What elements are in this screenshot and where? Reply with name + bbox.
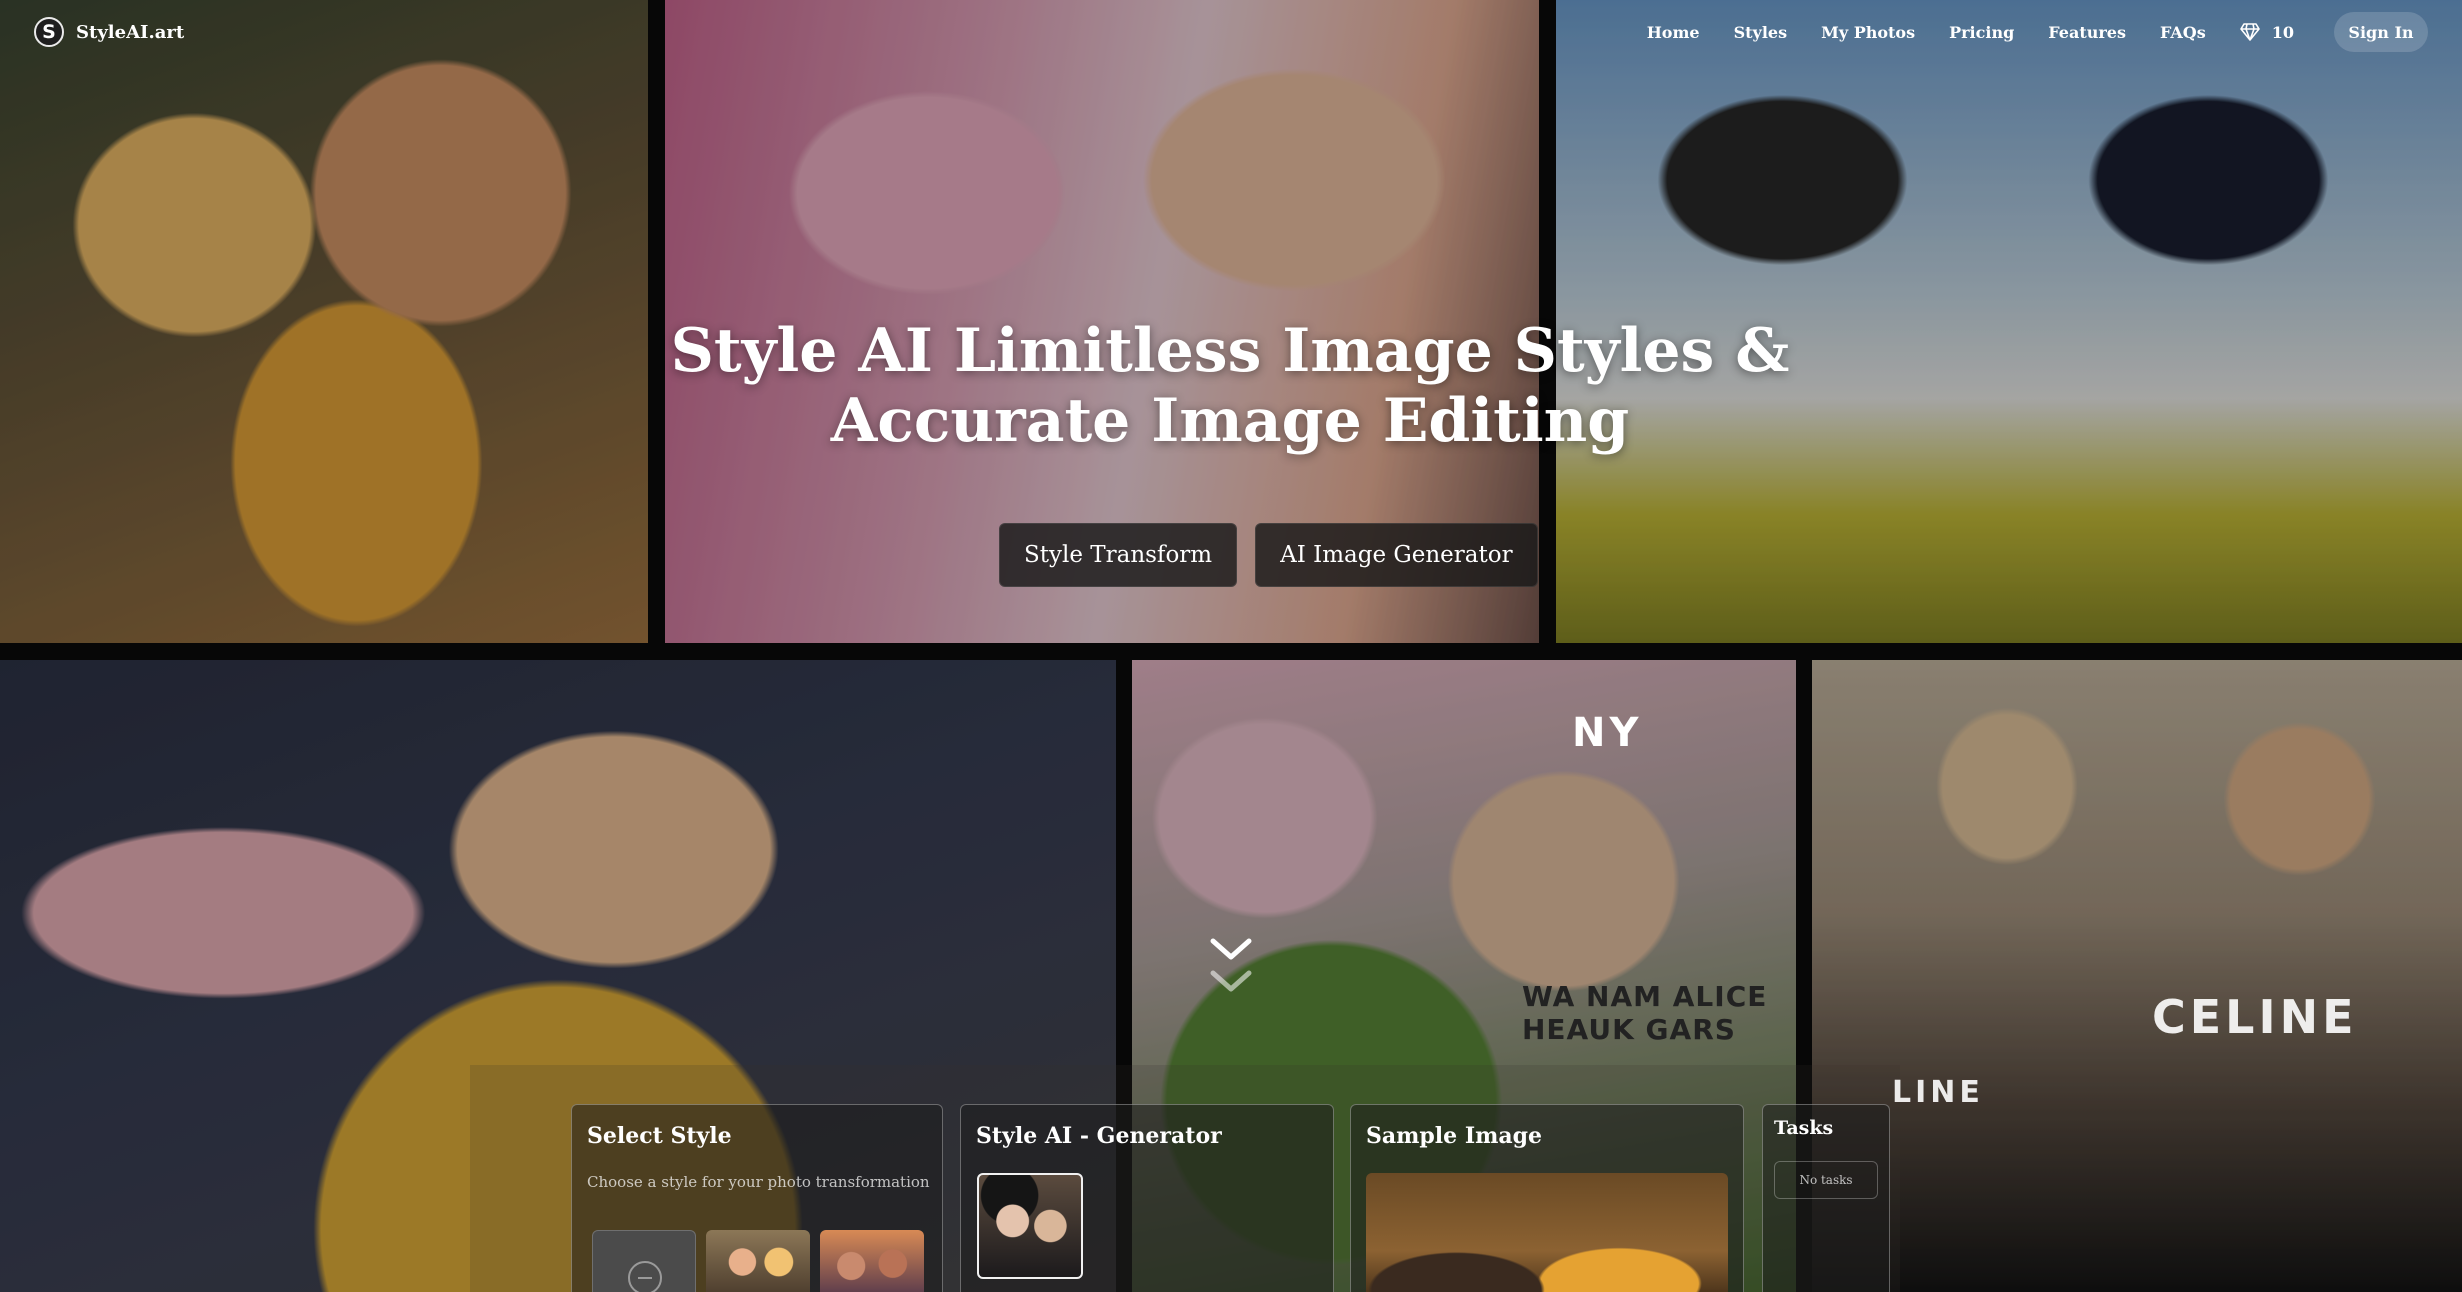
nav-pricing-link[interactable]: Pricing [1949,23,2014,42]
brand[interactable]: S StyleAI.art [34,17,184,47]
gem-icon [2239,23,2260,41]
scroll-down-indicator[interactable] [1209,935,1253,999]
generator-title: Style AI - Generator [976,1123,1222,1149]
style-option-none[interactable] [592,1230,696,1292]
hero-actions: Style Transform AI Image Generator [999,523,1538,587]
main-nav: Home Styles My Photos Pricing Features F… [1613,12,2428,52]
minus-circle-icon [628,1261,662,1292]
cap-logo-text: NY [1572,710,1643,756]
hero-title-line-1: Style AI Limitless Image Styles & [670,316,1790,386]
credits-count: 10 [2271,22,2294,42]
top-navbar: S StyleAI.art Home Styles My Photos Pric… [0,0,2462,64]
sample-image-panel: Sample Image [1350,1104,1744,1292]
select-style-subtitle: Choose a style for your photo transforma… [587,1173,930,1191]
select-style-panel: Select Style Choose a style for your pho… [571,1104,943,1292]
generator-panel: Style AI - Generator [960,1104,1334,1292]
style-transform-button[interactable]: Style Transform [999,523,1238,587]
tasks-panel: Tasks No tasks [1762,1104,1890,1292]
nav-my-photos-link[interactable]: My Photos [1821,23,1915,42]
sample-image-preview[interactable] [1366,1173,1728,1292]
hero-title-line-2: Accurate Image Editing [830,386,1630,456]
sample-image-title: Sample Image [1366,1123,1543,1149]
brand-name: StyleAI.art [76,21,185,43]
chevron-down-icon [1210,970,1252,992]
nav-home-link[interactable]: Home [1647,23,1700,42]
tasks-title: Tasks [1774,1117,1834,1139]
hoodie-text: CELINE [2152,990,2358,1044]
chevron-down-icon [1210,938,1252,960]
style-option-thumbnail[interactable] [706,1230,810,1292]
ai-image-generator-button[interactable]: AI Image Generator [1255,523,1538,587]
hero-title: Style AI Limitless Image Styles & Accura… [600,316,1860,456]
style-option-thumbnail[interactable] [820,1230,924,1292]
generator-upload-thumbnail[interactable] [977,1173,1083,1279]
shirt-text: WA NAM ALICE HEAUK GARS [1522,980,1768,1046]
nav-styles-link[interactable]: Styles [1734,23,1788,42]
sign-in-button[interactable]: Sign In [2334,12,2428,52]
logo-s-icon: S [34,17,64,47]
select-style-title: Select Style [587,1123,732,1149]
nav-features-link[interactable]: Features [2048,23,2126,42]
credits-counter[interactable]: 10 [2239,22,2294,42]
product-hoodie-text: LINE [1892,1075,1984,1110]
no-tasks-label: No tasks [1774,1161,1878,1199]
nav-faqs-link[interactable]: FAQs [2160,23,2206,42]
